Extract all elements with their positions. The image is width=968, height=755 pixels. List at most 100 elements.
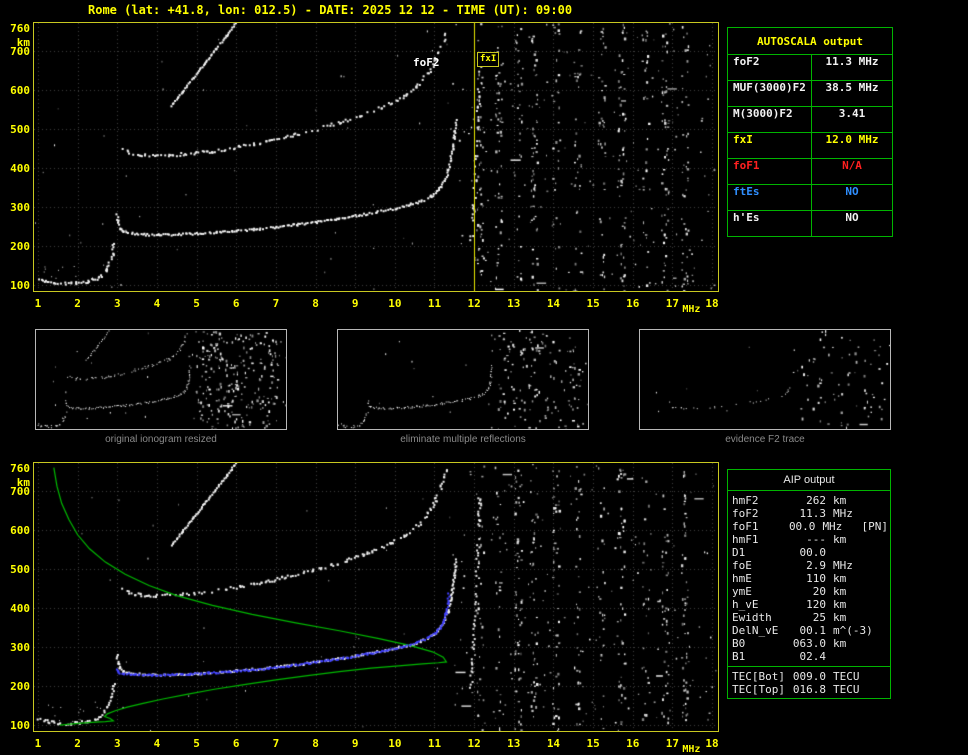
autoscala-row: ftEs NO — [728, 185, 892, 211]
autoscala-param-label: ftEs — [728, 185, 812, 210]
x-axis-tick-label: 5 — [193, 737, 200, 750]
autoscala-param-value: NO — [845, 185, 859, 198]
aip-row: D1 00.0 — [732, 546, 888, 559]
autoscala-row: foF2 11.3 MHz — [728, 55, 892, 81]
aip-param-unit: TECU — [833, 683, 860, 696]
thumbnail-caption-f2: evidence F2 trace — [725, 434, 805, 445]
thumbnail-caption-cleaned: eliminate multiple reflections — [400, 434, 526, 445]
ionogram-bottom: 760 700 600 500 400 300 200 100 km 1 2 3 4 5 6 7 8 9 10 11 1… — [0, 460, 745, 755]
x-axis-tick-label: 1 — [34, 737, 42, 750]
ionogram-top-canvas — [33, 22, 719, 292]
y-axis-tick-label: 600 — [10, 524, 30, 538]
aip-param-label: hmF2 — [732, 494, 759, 507]
aip-param-unit — [826, 650, 877, 663]
y-axis-unit-label: km — [16, 475, 30, 489]
x-axis-tick-label: 16 — [626, 297, 640, 310]
aip-param-value: 25 — [812, 611, 826, 624]
aip-output-table: AIP output hmF2 262 km foF2 11.3 MHz foF1 00.0 M… — [727, 469, 891, 699]
aip-param-label: ymE — [732, 585, 752, 598]
station-date-title: Rome (lat: +41.8, lon: 012.5) - DATE: 20… — [88, 3, 573, 17]
aip-param-value: 2.9 — [806, 559, 826, 572]
x-axis-unit-label: MHz — [682, 304, 701, 315]
y-axis-tick-label: 760 — [10, 21, 30, 35]
aip-row: hmF1 --- km — [732, 533, 888, 546]
autoscala-screen: Rome (lat: +41.8, lon: 012.5) - DATE: 20… — [0, 0, 968, 755]
aip-param-unit: km — [833, 585, 847, 598]
x-axis-tick-label: 5 — [193, 297, 200, 310]
x-axis-tick-label: 11 — [427, 297, 442, 310]
aip-param-label: TEC[Top] — [732, 683, 785, 696]
x-axis-tick-label: 14 — [546, 297, 561, 310]
autoscala-param-value: 11.3 MHz — [825, 55, 879, 68]
x-axis-tick-label: 12 — [467, 737, 481, 750]
aip-param-unit: km — [833, 611, 847, 624]
aip-param-label: B0 — [732, 637, 746, 650]
autoscala-param-value: N/A — [842, 159, 862, 172]
x-axis-tick-label: 4 — [153, 737, 161, 750]
autoscala-row: h'Es NO — [728, 211, 892, 236]
aip-row: foF1 00.0 MHz [PN] — [732, 520, 888, 533]
aip-param-value: 110 — [806, 572, 826, 585]
autoscala-param-value: 3.41 — [838, 107, 866, 120]
x-axis-tick-label: 3 — [113, 737, 121, 750]
x-axis-tick-label: 14 — [546, 737, 561, 750]
aip-param-label: hmE — [732, 572, 752, 585]
aip-tec-row: TEC[Bot] 009.0 TECU — [732, 670, 888, 683]
thumb-f2 — [639, 329, 891, 430]
autoscala-row: fxI 12.0 MHz — [728, 133, 892, 159]
y-axis-unit-label: km — [16, 35, 30, 49]
y-axis-tick-label: 200 — [10, 680, 30, 694]
aip-param-value: --- — [806, 533, 826, 546]
aip-param-label: foF2 — [732, 507, 759, 520]
aip-param-value: 00.0 — [788, 520, 816, 533]
aip-param-value: 00.1 — [799, 624, 827, 637]
y-axis-tick-label: 500 — [10, 563, 30, 577]
aip-param-value: 11.3 — [799, 507, 827, 520]
aip-param-value: 120 — [806, 598, 826, 611]
x-axis-tick-label: 9 — [351, 297, 359, 310]
aip-row: B0 063.0 km — [732, 637, 888, 650]
autoscala-table-rows: foF2 11.3 MHz MUF(3000)F2 38.5 MHz M(3000)F2… — [728, 55, 892, 236]
x-axis-tick-label: 18 — [705, 297, 719, 310]
x-axis-tick-label: 17 — [665, 737, 680, 750]
ionogram-top: foF2 fxI 760 700 600 500 400 300 200 100 km 1 2 3 4 5… — [0, 20, 745, 320]
aip-param-unit: TECU — [833, 670, 860, 683]
x-axis-tick-label: 1 — [34, 297, 42, 310]
aip-param-unit: MHz — [833, 507, 853, 520]
aip-param-label: TEC[Bot] — [732, 670, 785, 683]
aip-row: hmF2 262 km — [732, 494, 888, 507]
autoscala-row: M(3000)F2 3.41 — [728, 107, 892, 133]
autoscala-table-header: AUTOSCALA output — [728, 28, 892, 55]
x-axis-tick-label: 4 — [153, 297, 161, 310]
thumb-cleaned — [337, 329, 589, 430]
autoscala-output-table: AUTOSCALA output foF2 11.3 MHz MUF(3000)F2… — [727, 27, 893, 237]
x-axis-unit-label: MHz — [682, 744, 701, 755]
x-axis-tick-label: 15 — [586, 737, 600, 750]
aip-param-value: 02.4 — [799, 650, 827, 663]
thumb-original-canvas — [36, 330, 286, 429]
x-axis-tick-label: 8 — [312, 297, 319, 310]
fxI-marker-label: fxI — [477, 52, 500, 67]
thumbnail-caption-original: original ionogram resized — [105, 434, 217, 445]
aip-param-label: Ewidth — [732, 611, 772, 624]
x-axis-tick-label: 12 — [467, 297, 481, 310]
x-axis-tick-label: 10 — [388, 297, 402, 310]
y-axis-tick-label: 100 — [10, 719, 30, 733]
thumb-f2-canvas — [640, 330, 890, 429]
x-axis-tick-label: 16 — [626, 737, 640, 750]
aip-param-unit: m^(-3) — [833, 624, 873, 637]
x-axis-tick-label: 10 — [388, 737, 402, 750]
autoscala-param-label: MUF(3000)F2 — [728, 81, 812, 106]
aip-param-value: 009.0 — [792, 670, 826, 683]
thumb-cleaned-canvas — [338, 330, 588, 429]
x-axis-tick-label: 8 — [312, 737, 319, 750]
y-axis-tick-label: 200 — [10, 240, 30, 254]
x-axis-tick-label: 9 — [351, 737, 359, 750]
autoscala-param-value: 38.5 MHz — [825, 81, 879, 94]
aip-param-label: foE — [732, 559, 752, 572]
autoscala-param-label: foF1 — [728, 159, 812, 184]
aip-param-unit: km — [833, 572, 847, 585]
aip-param-label: h_vE — [732, 598, 759, 611]
x-axis-tick-label: 13 — [507, 297, 521, 310]
foF2-marker-label: foF2 — [413, 56, 440, 69]
